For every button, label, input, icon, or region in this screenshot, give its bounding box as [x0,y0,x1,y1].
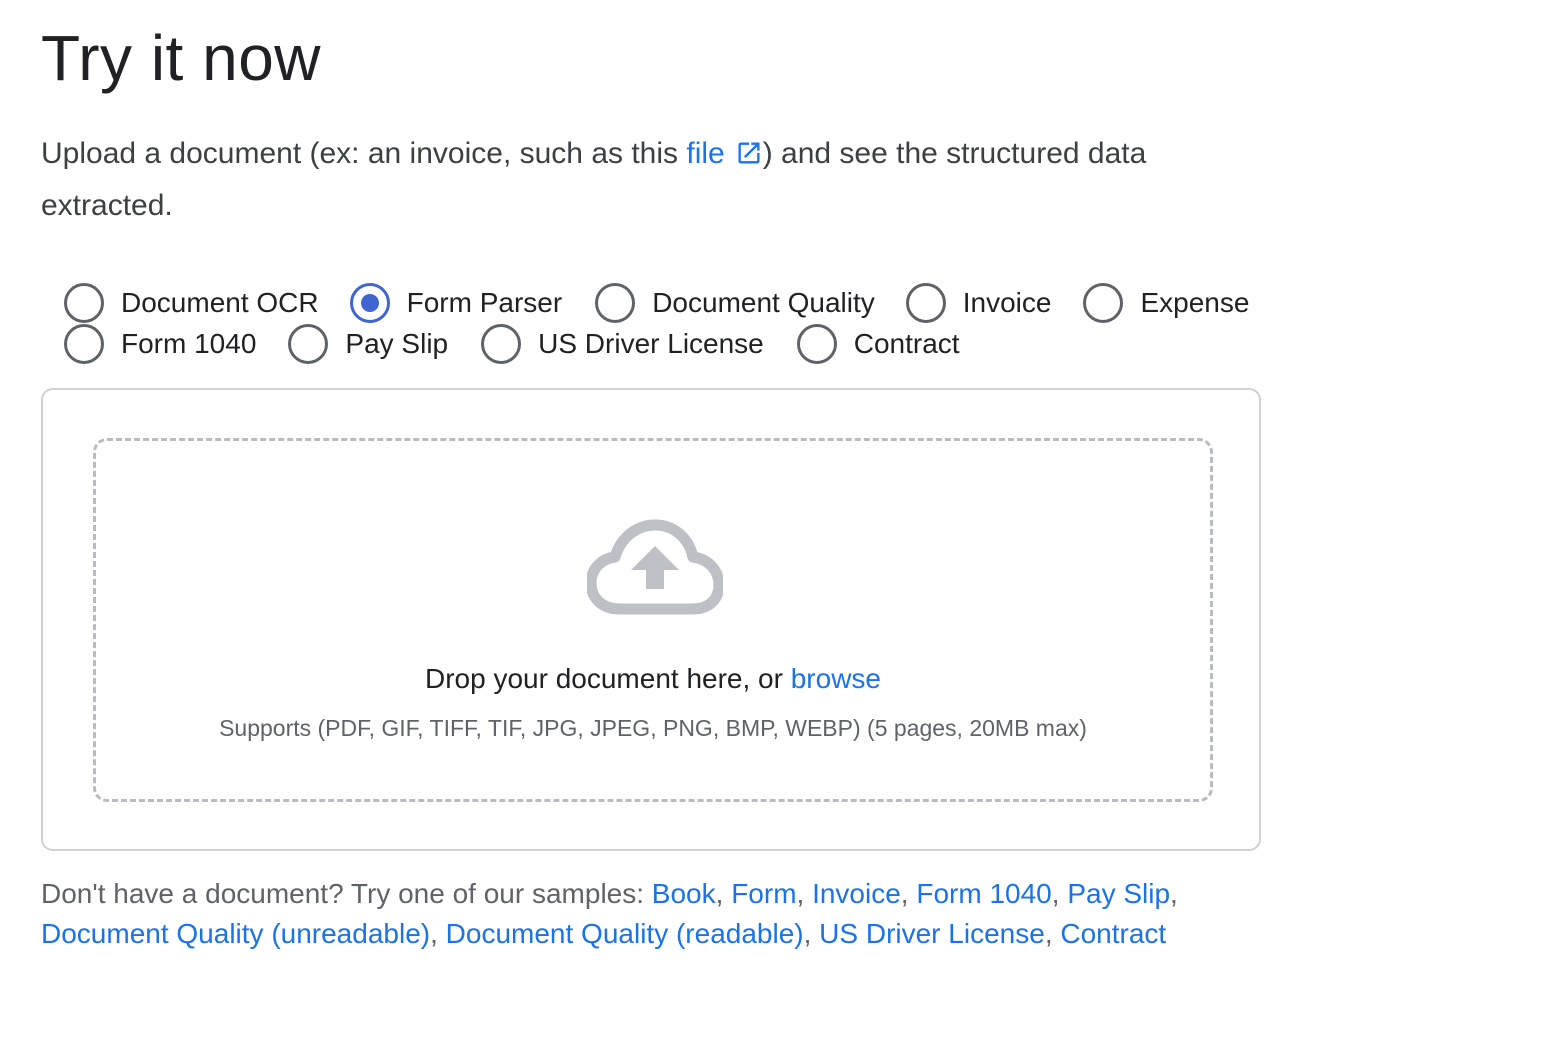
radio-form-1040[interactable]: Form 1040 [64,324,256,364]
sample-link-book[interactable]: Book [652,878,716,909]
sample-link-pay-slip[interactable]: Pay Slip [1067,878,1170,909]
radio-expense[interactable]: Expense [1083,283,1249,323]
radio-pay-slip[interactable]: Pay Slip [288,324,448,364]
samples-prompt: Don't have a document? Try one of our sa… [41,878,652,909]
sample-link-invoice[interactable]: Invoice [812,878,901,909]
radio-button-unchecked[interactable] [595,283,636,323]
radio-button-checked[interactable] [349,283,390,323]
drop-text: Drop your document here, or [424,663,791,694]
intro-text: Upload a document (ex: an invoice, such … [41,130,1181,230]
radio-label: Contract [853,328,960,359]
sample-link-document-quality-readable[interactable]: Document Quality (readable) [446,918,804,949]
radio-us-driver-license[interactable]: US Driver License [481,324,764,364]
radio-button-unchecked[interactable] [288,324,329,364]
radio-button-unchecked[interactable] [64,324,104,364]
processor-options-row-2: Form 1040 Pay Slip US Driver License Con… [64,323,960,365]
radio-document-quality[interactable]: Document Quality [595,283,875,323]
radio-document-ocr[interactable]: Document OCR [64,283,319,323]
radio-button-unchecked[interactable] [481,324,522,364]
radio-button-unchecked[interactable] [1083,283,1124,323]
page-title: Try it now [41,22,321,94]
processor-options-row-1: Document OCR Form Parser Document Qualit… [64,282,1249,324]
cloud-upload-icon [585,519,725,620]
page: Try it now Upload a document (ex: an inv… [0,0,1562,1038]
samples-text: Don't have a document? Try one of our sa… [41,878,1178,949]
sample-link-form-1040[interactable]: Form 1040 [916,878,1051,909]
radio-button-unchecked[interactable] [796,324,837,364]
sample-file-link[interactable]: file [686,137,762,170]
drop-instructions: Drop your document here, or browse [96,663,1210,695]
intro-text-before: Upload a document (ex: an invoice, such … [41,137,687,170]
radio-label: Document Quality [652,287,875,318]
radio-contract[interactable]: Contract [796,324,960,364]
upload-card: Drop your document here, or browse Suppo… [41,388,1261,851]
sample-link-contract[interactable]: Contract [1060,918,1166,949]
browse-link[interactable]: browse [791,663,881,694]
supported-formats: Supports (PDF, GIF, TIFF, TIF, JPG, JPEG… [219,715,1087,741]
radio-button-unchecked[interactable] [64,283,104,323]
file-dropzone[interactable]: Drop your document here, or browse Suppo… [93,438,1213,802]
radio-label: Expense [1140,287,1250,318]
radio-button-unchecked[interactable] [905,283,946,323]
sample-link-form[interactable]: Form [731,878,796,909]
open-in-new-icon [735,134,763,182]
radio-label: Pay Slip [345,328,449,359]
sample-link-us-driver-license[interactable]: US Driver License [819,918,1045,949]
radio-label: US Driver License [538,328,764,359]
sample-link-document-quality-unreadable[interactable]: Document Quality (unreadable) [41,918,430,949]
radio-label: Invoice [962,287,1052,318]
radio-invoice[interactable]: Invoice [905,283,1052,323]
radio-label: Form 1040 [121,328,257,359]
sample-file-link-label: file [686,137,725,170]
radio-label: Document OCR [121,287,319,318]
radio-label: Form Parser [406,287,563,318]
radio-form-parser[interactable]: Form Parser [349,283,563,323]
